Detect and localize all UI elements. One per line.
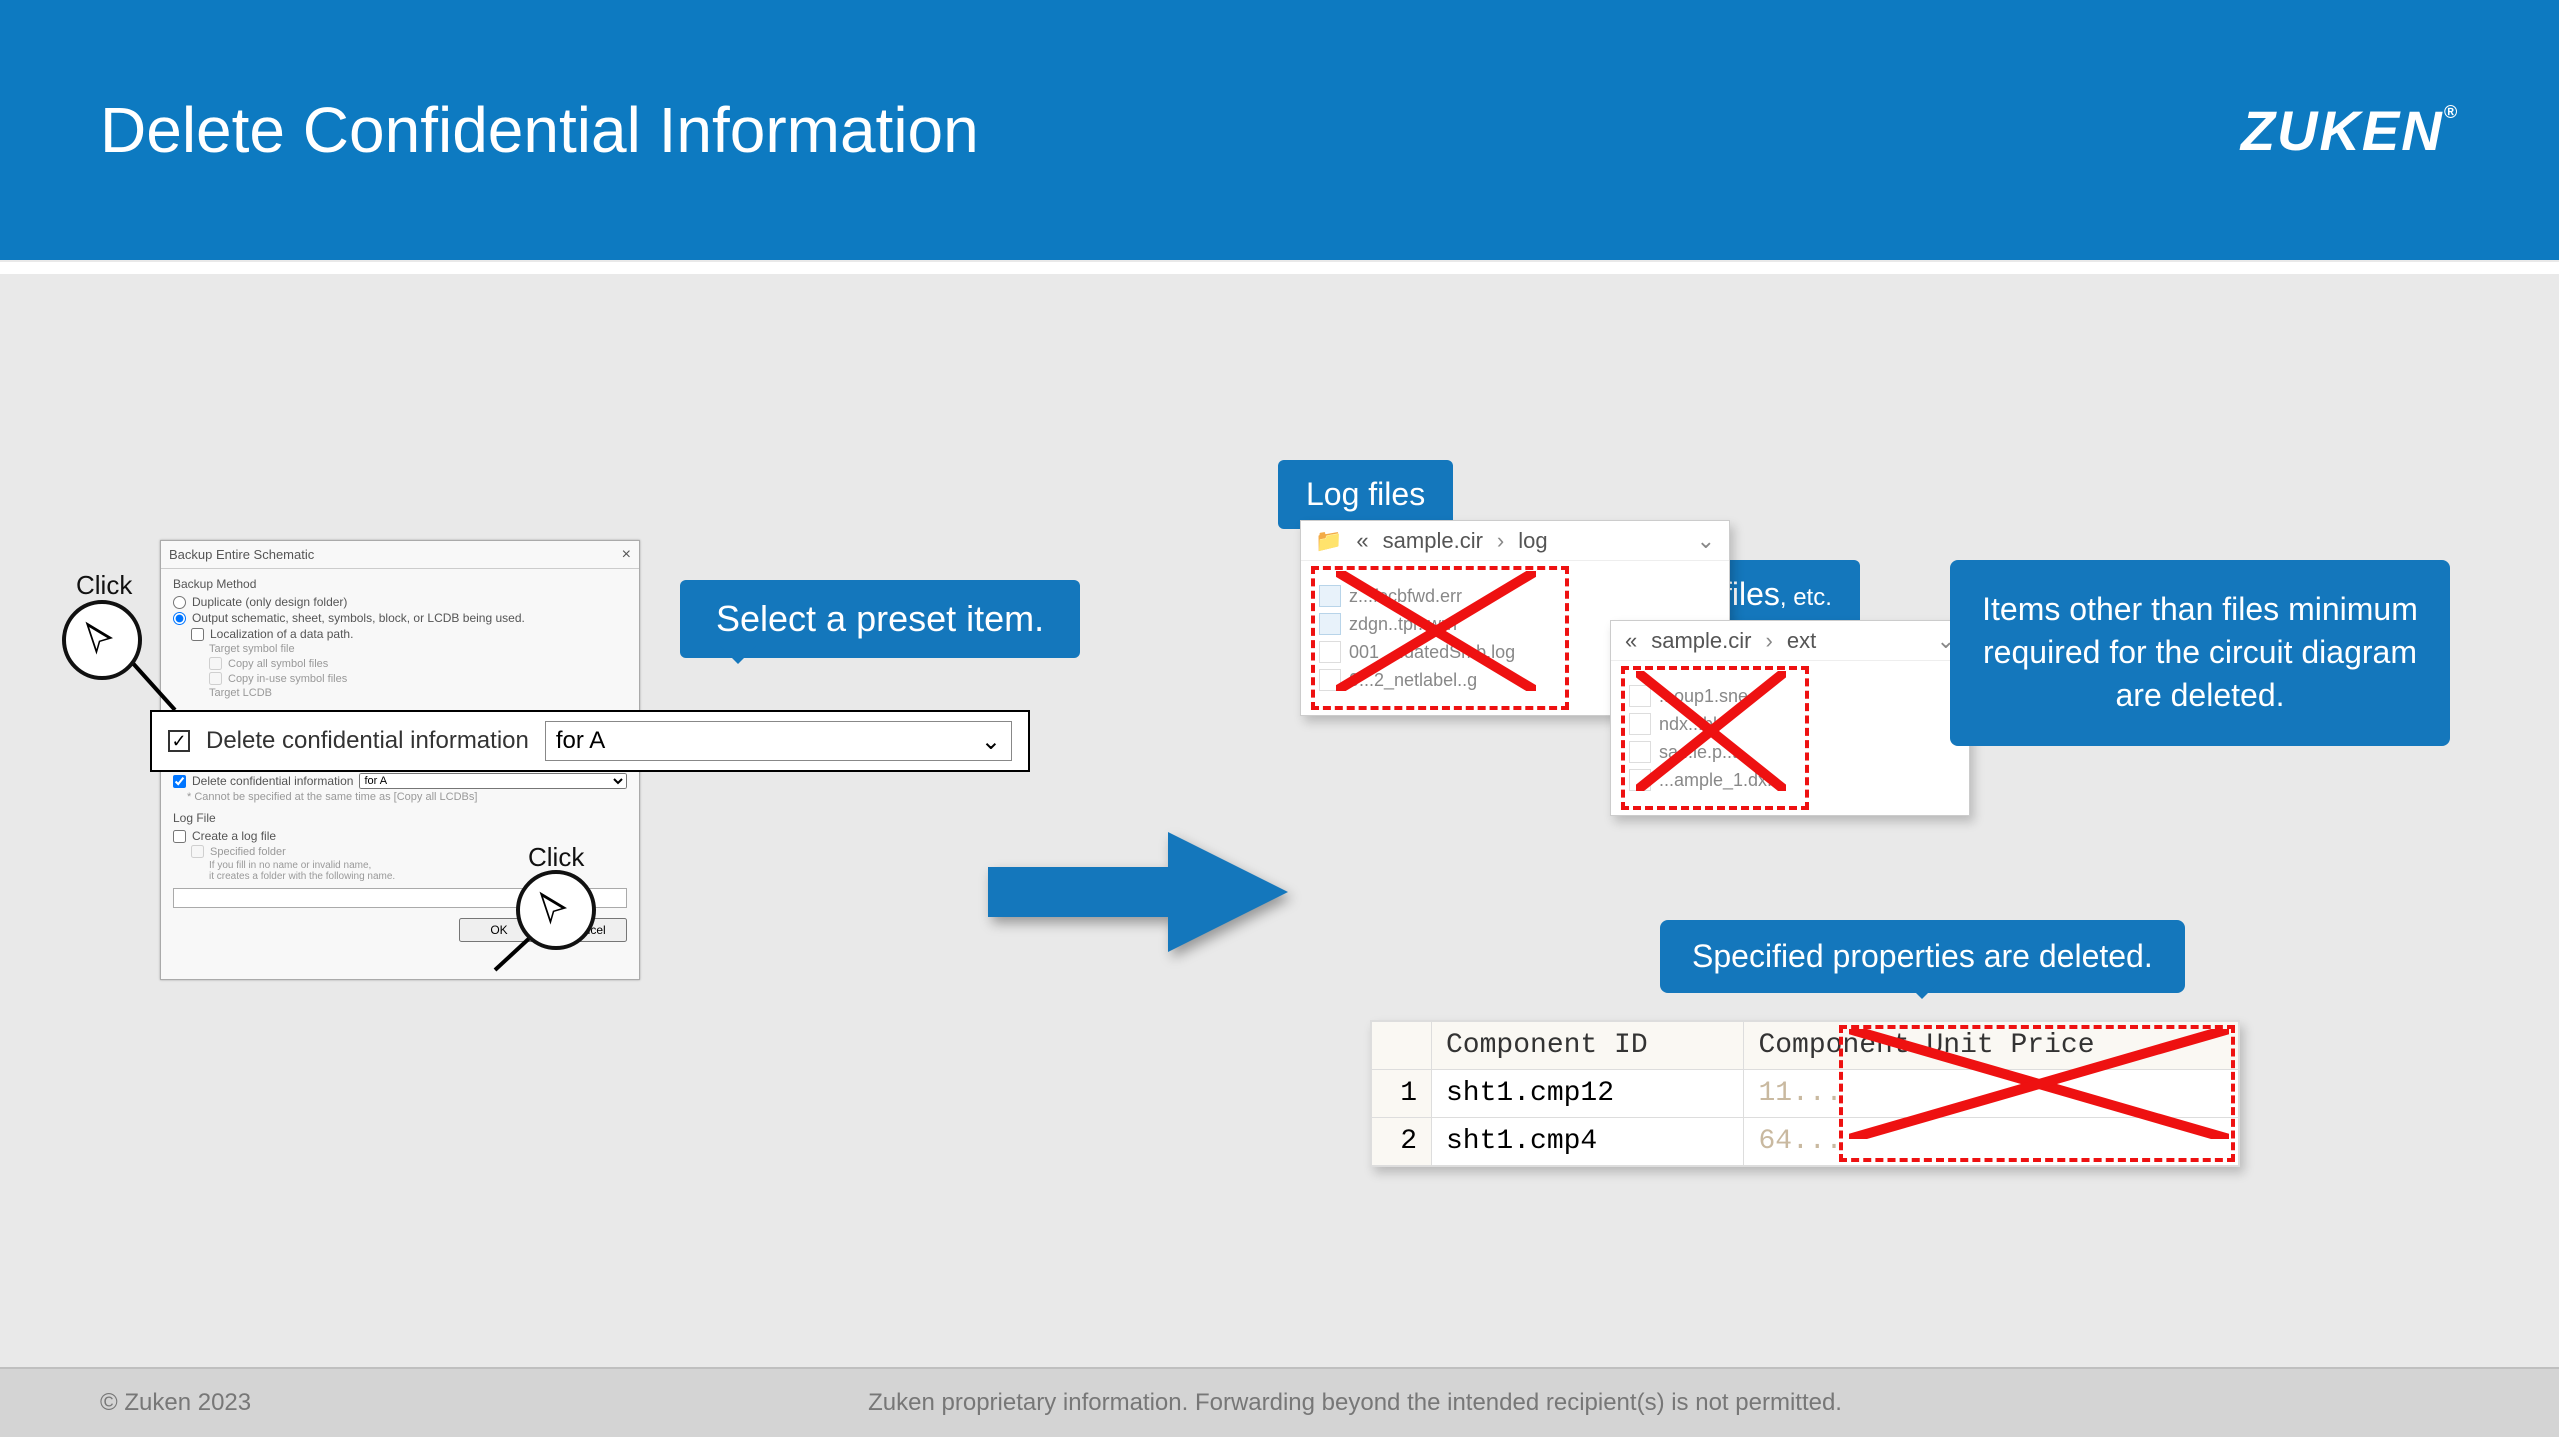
cursor-icon (80, 618, 124, 662)
slide-header: Delete Confidential Information ZUKEN ® (0, 0, 2559, 260)
chevron-right-icon: › (1766, 628, 1773, 654)
grey-copy-all-symbol: Copy all symbol files (209, 657, 627, 670)
file-item: sa...le.p..t (1629, 741, 1951, 763)
slide-body: Backup Entire Schematic × Backup Method … (0, 260, 2559, 1367)
file-window-ext: « sample.cir › ext ⌄ ...oup1.sne ndx...b… (1610, 620, 1970, 816)
footer-disclaimer: Zuken proprietary information. Forwardin… (251, 1389, 2459, 1417)
radio-output-schematic[interactable]: Output schematic, sheet, symbols, block,… (173, 611, 627, 625)
cell-component-id: sht1.cmp4 (1432, 1118, 1744, 1166)
row-index: 2 (1372, 1118, 1432, 1166)
highlight-preset-select[interactable]: for A ⌄ (545, 721, 1012, 761)
path-seg: log (1518, 528, 1547, 554)
radio-duplicate[interactable]: Duplicate (only design folder) (173, 595, 627, 609)
highlight-preset-value: for A (556, 727, 605, 755)
callout-props-deleted: Specified properties are deleted. (1660, 920, 2185, 993)
path-seg: ext (1787, 628, 1816, 654)
file-window-log-addressbar: 📁 « sample.cir › log ⌄ (1301, 521, 1729, 561)
path-seg: « (1625, 628, 1637, 654)
file-item: ...ample_1.dx.. (1629, 769, 1951, 791)
close-icon[interactable]: × (622, 541, 631, 568)
file-icon (1319, 669, 1341, 691)
table-row: 2 sht1.cmp4 64... (1372, 1118, 2239, 1166)
checkbox-delete-confidential[interactable] (173, 775, 186, 788)
logo-reg: ® (2444, 102, 2459, 123)
chevron-down-icon: ⌄ (981, 727, 1001, 756)
logfile-section-label: Log File (173, 811, 627, 825)
row-index: 1 (1372, 1070, 1432, 1118)
click-pointer-bubble-2 (516, 870, 596, 950)
logo-text: ZUKEN (2241, 98, 2444, 163)
click-pointer-bubble-1 (62, 600, 142, 680)
file-item: z...fecbfwd.err (1319, 585, 1711, 607)
file-window-ext-body: ...oup1.sne ndx...bl sa...le.p..t ...amp… (1611, 661, 1969, 815)
callout-output-files-sub: , etc. (1780, 584, 1832, 611)
folder-icon: 📁 (1315, 528, 1342, 554)
file-icon (1629, 769, 1651, 791)
path-seg: « (1356, 528, 1368, 554)
path-seg: sample.cir (1383, 528, 1483, 554)
file-icon (1629, 741, 1651, 763)
property-table: Component ID Component Unit Price 1 sht1… (1370, 1020, 2240, 1167)
arrow-icon (988, 822, 1288, 962)
chevron-right-icon: › (1497, 528, 1504, 554)
table-row: 1 sht1.cmp12 11... (1372, 1070, 2239, 1118)
file-item: ndx...bl (1629, 713, 1951, 735)
cell-component-id: sht1.cmp12 (1432, 1070, 1744, 1118)
grey-target-symbol: Target symbol file (209, 643, 627, 655)
cursor-icon (534, 888, 578, 932)
col-component-price: Component Unit Price (1744, 1022, 2239, 1070)
row-delete-confidential[interactable]: Delete confidential information for A (173, 773, 627, 789)
callout-items-deleted: Items other than files minimum required … (1950, 560, 2450, 746)
slide-footer: © Zuken 2023 Zuken proprietary informati… (0, 1367, 2559, 1437)
cell-price: 11... (1744, 1070, 2239, 1118)
callout-select-preset-text: Select a preset item. (716, 598, 1044, 639)
footer-copyright: © Zuken 2023 (100, 1389, 251, 1417)
highlight-delete-confidential: ✓ Delete confidential information for A … (150, 710, 1030, 772)
table-header-row: Component ID Component Unit Price (1372, 1022, 2239, 1070)
backup-method-label: Backup Method (173, 577, 627, 591)
col-component-id: Component ID (1432, 1022, 1744, 1070)
checkbox-create-log[interactable]: Create a log file (173, 829, 627, 843)
note-cannot-specify: * Cannot be specified at the same time a… (187, 791, 627, 803)
callout-items-deleted-text: Items other than files minimum required … (1982, 591, 2418, 713)
file-item: ...oup1.sne (1629, 685, 1951, 707)
highlight-label: Delete confidential information (206, 727, 529, 755)
chevron-down-icon: ⌄ (1697, 528, 1715, 554)
callout-props-deleted-text: Specified properties are deleted. (1692, 938, 2153, 974)
click-label-2: Click (528, 842, 584, 873)
dialog-titlebar: Backup Entire Schematic × (161, 541, 639, 569)
checkbox-localization[interactable]: Localization of a data path. (191, 627, 627, 641)
grey-copy-inuse-symbol: Copy in-use symbol files (209, 672, 627, 685)
label-delete-confidential: Delete confidential information (192, 774, 353, 788)
file-icon (1319, 585, 1341, 607)
file-icon (1319, 613, 1341, 635)
dialog-title-text: Backup Entire Schematic (169, 541, 314, 568)
highlight-checkbox[interactable]: ✓ (168, 730, 190, 752)
zuken-logo: ZUKEN ® (2241, 98, 2459, 163)
cell-price: 64... (1744, 1118, 2239, 1166)
file-icon (1629, 713, 1651, 735)
divider-band (0, 262, 2559, 274)
grey-target-lcdb: Target LCDB (209, 687, 627, 699)
file-icon (1629, 685, 1651, 707)
file-icon (1319, 641, 1341, 663)
callout-select-preset: Select a preset item. (680, 580, 1080, 658)
slide-title: Delete Confidential Information (100, 93, 979, 167)
click-label-1: Click (76, 570, 132, 601)
path-seg: sample.cir (1651, 628, 1751, 654)
callout-log-files: Log files (1278, 460, 1453, 529)
select-preset-small[interactable]: for A (359, 773, 627, 789)
file-window-ext-addressbar: « sample.cir › ext ⌄ (1611, 621, 1969, 661)
callout-log-files-text: Log files (1306, 476, 1425, 512)
